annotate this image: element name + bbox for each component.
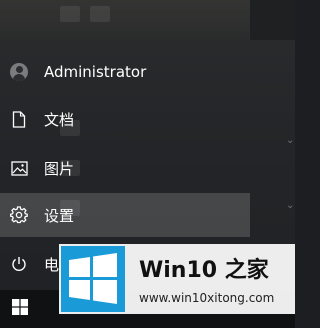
app-tile bbox=[90, 6, 110, 22]
gear-icon bbox=[10, 206, 28, 224]
user-avatar-icon bbox=[10, 63, 28, 81]
pictures-label: 图片 bbox=[44, 159, 75, 178]
watermark-title: Win10 之家 bbox=[139, 258, 269, 283]
watermark-url: www.win10xitong.com bbox=[139, 291, 275, 305]
documents-button[interactable]: 文档 bbox=[0, 97, 250, 141]
pictures-button[interactable]: 图片 bbox=[0, 146, 250, 190]
site-watermark: Win10 之家 www.win10xitong.com bbox=[59, 244, 295, 314]
document-icon bbox=[10, 110, 28, 128]
app-list-right-strip bbox=[250, 0, 295, 40]
picture-icon bbox=[10, 159, 28, 177]
start-menu-screen: ⌄ ⌄ Administrator 文档 图片 设置 电 Win10 之家 ww… bbox=[0, 0, 295, 328]
power-label: 电 bbox=[44, 255, 60, 274]
settings-button[interactable]: 设置 bbox=[0, 193, 250, 237]
user-account-button[interactable]: Administrator bbox=[0, 50, 250, 94]
app-tile bbox=[60, 6, 80, 22]
power-icon bbox=[10, 255, 28, 273]
start-button[interactable] bbox=[0, 290, 40, 328]
user-account-label: Administrator bbox=[44, 63, 147, 81]
win10-logo-icon bbox=[61, 246, 125, 312]
app-list-header-shade bbox=[0, 0, 250, 40]
settings-label: 设置 bbox=[44, 206, 75, 225]
documents-label: 文档 bbox=[44, 110, 75, 129]
expand-chevron-icon: ⌄ bbox=[286, 200, 295, 211]
expand-chevron-icon: ⌄ bbox=[286, 135, 295, 146]
windows-logo-icon bbox=[12, 299, 28, 319]
